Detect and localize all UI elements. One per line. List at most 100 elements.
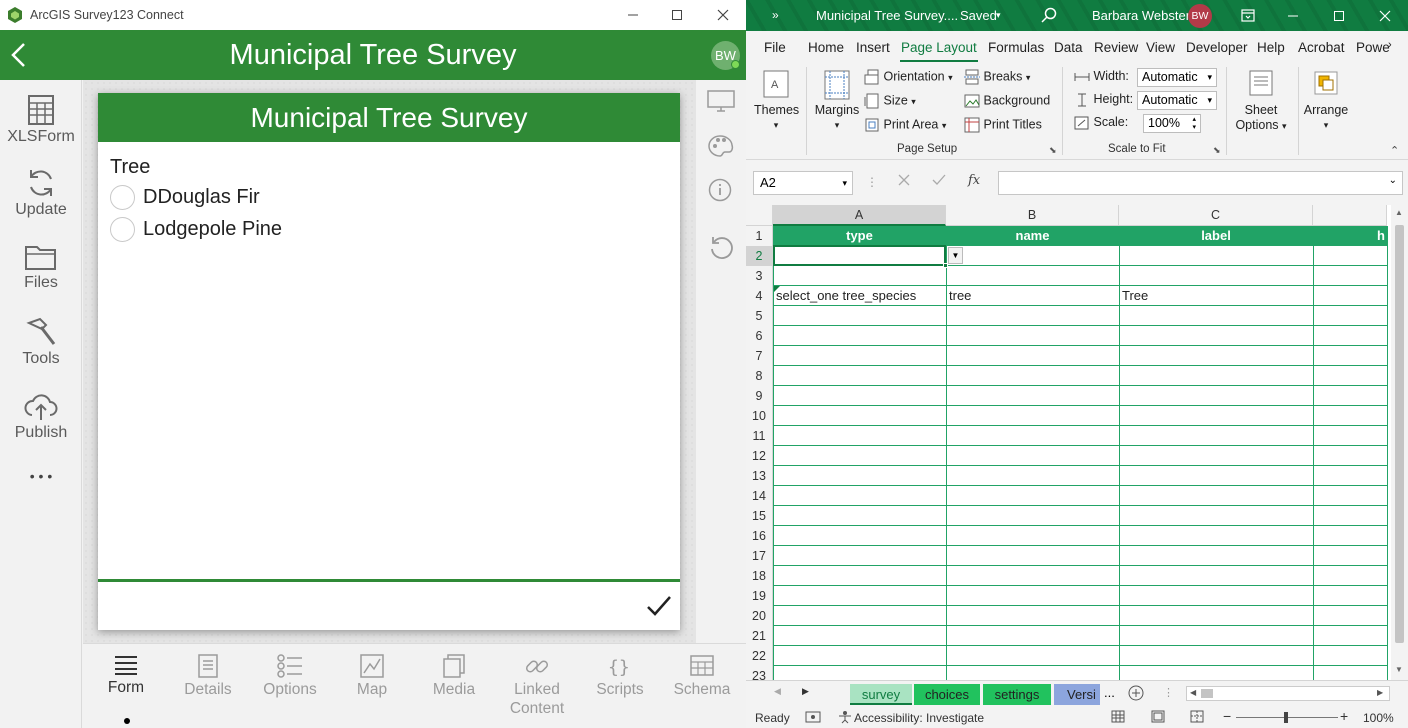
sheet-tab-choices[interactable]: choices xyxy=(914,684,980,705)
excel-user-avatar[interactable]: BW xyxy=(1188,4,1212,28)
page-layout-view-icon[interactable] xyxy=(1151,710,1165,723)
vertical-scrollbar[interactable]: ▲ ▼ xyxy=(1391,205,1408,680)
chevron-down-icon[interactable]: ▾ xyxy=(996,10,1001,21)
expand-formula-icon[interactable]: ⌄ xyxy=(1389,175,1397,186)
tab-developer[interactable]: Developer xyxy=(1186,40,1248,55)
row-header[interactable]: 21 xyxy=(746,626,773,646)
zoom-out-icon[interactable]: − xyxy=(1223,708,1231,724)
column-header-d[interactable] xyxy=(1313,205,1387,226)
tab-form[interactable]: Form xyxy=(85,654,167,697)
column-header-c[interactable]: C xyxy=(1119,205,1313,226)
background-button[interactable]: Background xyxy=(964,93,1050,109)
row-header[interactable]: 10 xyxy=(746,406,773,426)
column-header-b[interactable]: B xyxy=(946,205,1119,226)
desktop-icon[interactable] xyxy=(707,90,735,112)
insert-function-icon[interactable]: fx xyxy=(968,173,980,188)
height-dropdown[interactable]: Automatic ▾ xyxy=(1137,91,1217,110)
cell-dropdown-icon[interactable]: ▼ xyxy=(948,247,963,264)
user-name[interactable]: Barbara Webster xyxy=(1092,8,1190,23)
h-scroll-thumb[interactable] xyxy=(1201,689,1213,698)
print-area-button[interactable]: Print Area ▾ xyxy=(864,117,946,133)
breaks-button[interactable]: Breaks ▾ xyxy=(964,69,1030,85)
themes-button[interactable]: A Themes ▾ xyxy=(754,67,799,131)
split-grip-icon[interactable]: ⋮ xyxy=(1163,686,1174,699)
tab-view[interactable]: View xyxy=(1146,40,1175,55)
excel-maximize-icon[interactable] xyxy=(1316,0,1362,31)
reset-icon[interactable] xyxy=(708,235,734,261)
arrange-button[interactable]: Arrange ▾ xyxy=(1302,67,1350,131)
more-options-icon[interactable]: • • • xyxy=(0,468,82,484)
more-sheets-icon[interactable]: ... xyxy=(1104,685,1115,700)
scroll-right-icon[interactable]: ▶ xyxy=(1377,688,1383,697)
row-header[interactable]: 7 xyxy=(746,346,773,366)
customize-qat-icon[interactable]: » xyxy=(772,8,779,22)
row-header[interactable]: 17 xyxy=(746,546,773,566)
size-button[interactable]: Size ▾ xyxy=(864,93,916,109)
collapse-ribbon-icon[interactable]: ⌃ xyxy=(1390,144,1399,157)
tab-scripts[interactable]: {} Scripts xyxy=(579,654,661,699)
select-all-corner[interactable] xyxy=(746,205,773,226)
nav-xlsform[interactable]: XLSForm xyxy=(0,94,82,146)
horizontal-scrollbar[interactable]: ◀ ▶ xyxy=(1186,686,1390,701)
tab-data[interactable]: Data xyxy=(1054,40,1083,55)
column-header-a[interactable]: A xyxy=(773,205,946,226)
zoom-level[interactable]: 100% xyxy=(1363,711,1394,725)
radio-button[interactable] xyxy=(110,185,135,210)
tab-schema[interactable]: Schema xyxy=(661,654,743,699)
choice-lodgepole-pine[interactable]: Lodgepole Pine xyxy=(110,217,282,242)
sheet-prev-icon[interactable]: ◀ xyxy=(774,686,781,697)
tab-details[interactable]: Details xyxy=(167,654,249,699)
minimize-icon[interactable] xyxy=(610,0,656,30)
row-header[interactable]: 9 xyxy=(746,386,773,406)
row-header[interactable]: 1 xyxy=(746,226,773,246)
scroll-down-icon[interactable]: ▼ xyxy=(1395,665,1403,674)
saved-status[interactable]: Saved xyxy=(960,8,997,23)
tab-page-layout[interactable]: Page Layout xyxy=(901,40,977,55)
formula-input[interactable]: ⌄ xyxy=(998,171,1403,195)
tab-power[interactable]: Powe xyxy=(1356,40,1390,55)
sheet-tab-version[interactable]: Versi xyxy=(1054,684,1100,705)
cell-b4[interactable]: tree xyxy=(949,286,971,306)
cell-a4[interactable]: select_one tree_species xyxy=(776,286,916,306)
submit-check-icon[interactable] xyxy=(646,595,672,617)
accessibility-status[interactable]: Accessibility: Investigate xyxy=(854,711,984,725)
page-setup-launcher-icon[interactable]: ⬊ xyxy=(1049,145,1057,156)
scale-launcher-icon[interactable]: ⬊ xyxy=(1213,145,1221,156)
info-icon[interactable] xyxy=(708,178,732,202)
scroll-left-icon[interactable]: ◀ xyxy=(1190,688,1196,697)
tab-insert[interactable]: Insert xyxy=(856,40,890,55)
row-header[interactable]: 4 xyxy=(746,286,773,306)
tab-home[interactable]: Home xyxy=(808,40,844,55)
excel-minimize-icon[interactable] xyxy=(1270,0,1316,31)
nav-publish[interactable]: Publish xyxy=(0,390,82,442)
nav-tools[interactable]: Tools xyxy=(0,316,82,368)
row-header[interactable]: 14 xyxy=(746,486,773,506)
sheet-tab-survey[interactable]: survey xyxy=(850,684,912,705)
scale-spinner[interactable]: 100% ▴ ▾ xyxy=(1143,114,1201,133)
row-header[interactable]: 19 xyxy=(746,586,773,606)
add-sheet-icon[interactable] xyxy=(1128,685,1144,701)
close-icon[interactable] xyxy=(700,0,746,30)
tab-media[interactable]: Media xyxy=(413,654,495,699)
name-box[interactable]: A2 ▾ xyxy=(753,171,853,195)
scroll-up-icon[interactable]: ▲ xyxy=(1395,208,1403,217)
ribbon-display-icon[interactable] xyxy=(1241,9,1255,22)
zoom-slider-thumb[interactable] xyxy=(1284,712,1288,723)
sheet-next-icon[interactable]: ▶ xyxy=(802,686,809,697)
row-header[interactable]: 15 xyxy=(746,506,773,526)
confirm-entry-icon[interactable] xyxy=(932,174,946,186)
orientation-button[interactable]: Orientation ▾ xyxy=(864,69,953,85)
active-cell-a2[interactable] xyxy=(773,245,946,266)
excel-close-icon[interactable] xyxy=(1362,0,1408,31)
zoom-in-icon[interactable]: + xyxy=(1340,708,1348,724)
tab-acrobat[interactable]: Acrobat xyxy=(1298,40,1345,55)
macro-record-icon[interactable] xyxy=(805,710,821,724)
row-header[interactable]: 12 xyxy=(746,446,773,466)
chevron-right-icon[interactable]: › xyxy=(1388,39,1392,51)
tab-formulas[interactable]: Formulas xyxy=(988,40,1044,55)
row-header[interactable]: 18 xyxy=(746,566,773,586)
row-header[interactable]: 23 xyxy=(746,666,773,680)
sheet-tab-settings[interactable]: settings xyxy=(983,684,1051,705)
tab-linked-content[interactable]: Linked Content xyxy=(496,654,578,718)
row-header[interactable]: 6 xyxy=(746,326,773,346)
